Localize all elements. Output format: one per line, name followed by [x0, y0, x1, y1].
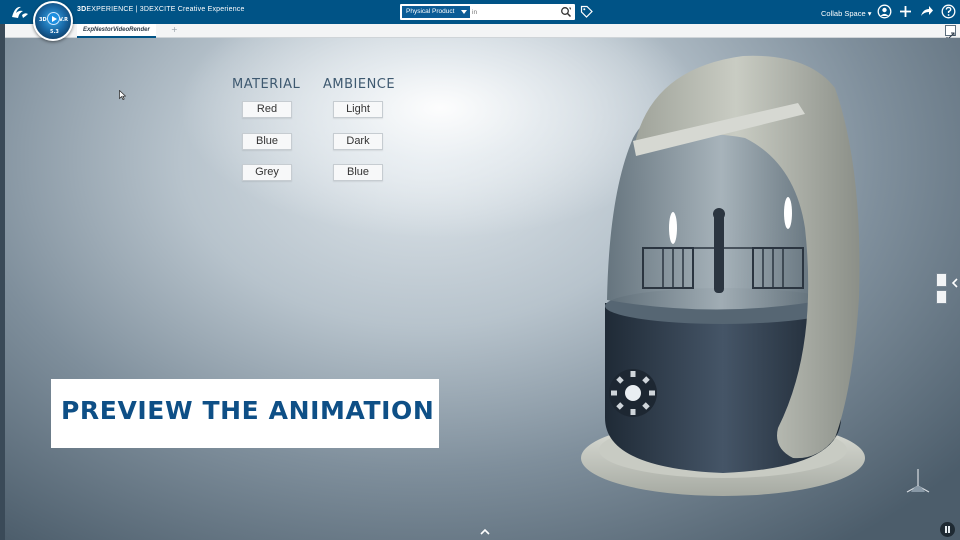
- compass-label-right: V.R: [59, 17, 68, 23]
- search-icon[interactable]: [560, 6, 572, 18]
- compass-label-left: 3D: [39, 17, 47, 23]
- add-tab-icon[interactable]: +: [171, 25, 178, 34]
- power-icon: [625, 385, 641, 401]
- help-icon[interactable]: [941, 4, 956, 19]
- search-input[interactable]: [472, 6, 556, 18]
- app-title: 3DEXPERIENCE | 3DEXCITE Creative Experie…: [77, 6, 245, 13]
- side-panel-tool-1-icon[interactable]: [936, 273, 947, 287]
- dassault-logo-icon[interactable]: [9, 3, 31, 21]
- joystick-knob: [713, 208, 725, 220]
- mouse-cursor-icon: [119, 90, 126, 100]
- compass-icon[interactable]: 3D V.R 5.3: [33, 1, 73, 41]
- collab-space-label: Collab Space: [821, 9, 866, 18]
- material-blue-button[interactable]: Blue: [242, 133, 292, 150]
- chevron-down-icon: ▾: [867, 9, 872, 18]
- ambience-blue-button[interactable]: Blue: [333, 164, 383, 181]
- ambience-heading: AMBIENCE: [323, 77, 396, 92]
- preview-banner-text: PREVIEW THE ANIMATION: [61, 396, 435, 425]
- compass-label-bottom: 5.3: [50, 29, 59, 35]
- search-bar: Physical Product: [400, 4, 575, 20]
- material-grey-button[interactable]: Grey: [242, 164, 292, 181]
- add-icon[interactable]: [898, 4, 913, 19]
- collab-space-dropdown[interactable]: Collab Space ▾: [821, 9, 871, 18]
- material-red-button[interactable]: Red: [242, 101, 292, 118]
- expand-icon[interactable]: [945, 25, 956, 41]
- side-panel-tool-2-icon[interactable]: [936, 290, 947, 304]
- ambience-dark-button[interactable]: Dark: [333, 133, 383, 150]
- chevron-up-icon[interactable]: [479, 528, 491, 536]
- tab-expnestorvideorender[interactable]: ExpNestorVideoRender: [77, 24, 156, 38]
- search-scope-dropdown[interactable]: Physical Product: [402, 6, 470, 18]
- tab-bar: ExpNestorVideoRender +: [5, 24, 960, 41]
- product-3d-model[interactable]: [573, 48, 873, 508]
- material-heading: MATERIAL: [232, 77, 301, 92]
- tag-icon[interactable]: [580, 5, 593, 18]
- app-title-prefix: 3D: [77, 6, 87, 13]
- app-title-text: EXPERIENCE | 3DEXCITE Creative Experienc…: [86, 6, 245, 13]
- 3d-viewport[interactable]: MATERIAL Red Blue Grey AMBIENCE Light Da…: [5, 38, 960, 540]
- preview-banner: PREVIEW THE ANIMATION: [51, 379, 439, 448]
- joystick: [714, 213, 724, 293]
- play-icon[interactable]: [47, 12, 60, 25]
- pause-button[interactable]: [940, 522, 955, 537]
- view-compass-icon[interactable]: [903, 466, 933, 496]
- glass-highlight-right: [784, 197, 792, 229]
- top-bar: 3D V.R 5.3 3DEXPERIENCE | 3DEXCITE Creat…: [0, 0, 960, 41]
- user-profile-icon[interactable]: [877, 4, 892, 19]
- glass-highlight-left: [669, 212, 677, 244]
- chevron-left-icon[interactable]: [951, 278, 959, 288]
- share-icon[interactable]: [919, 4, 934, 19]
- ambience-light-button[interactable]: Light: [333, 101, 383, 118]
